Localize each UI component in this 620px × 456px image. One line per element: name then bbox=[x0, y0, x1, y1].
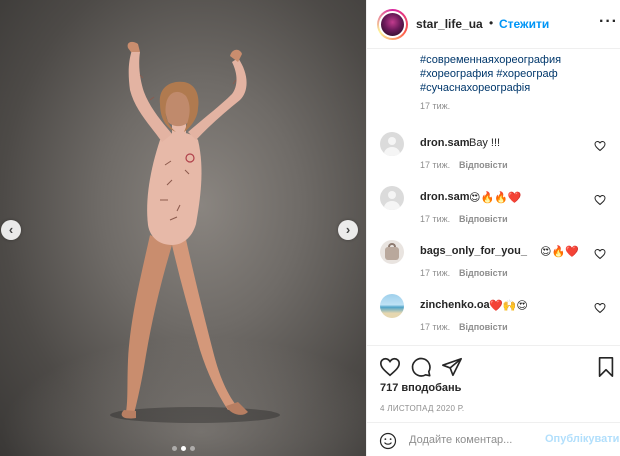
separator-dot: • bbox=[489, 16, 494, 30]
dancer-figure bbox=[110, 41, 280, 423]
post-comment-button[interactable]: Опублікувати bbox=[545, 433, 619, 445]
emoji-smile-icon[interactable] bbox=[379, 432, 397, 450]
next-slide-button[interactable]: › bbox=[338, 220, 358, 240]
like-comment-icon[interactable] bbox=[594, 302, 606, 314]
commenter-avatar[interactable] bbox=[380, 132, 404, 156]
add-comment-input[interactable] bbox=[409, 429, 539, 451]
like-comment-icon[interactable] bbox=[594, 140, 606, 152]
comment-item: dron.sam 😍🔥🔥❤️ 17 тиж. Відповісти bbox=[367, 186, 620, 236]
carousel-dot-active bbox=[180, 446, 186, 451]
commenter-avatar[interactable] bbox=[380, 186, 404, 210]
comment-time[interactable]: 17 тиж. bbox=[420, 214, 450, 224]
previous-slide-button[interactable]: ‹ bbox=[1, 220, 21, 240]
comment-time[interactable]: 17 тиж. bbox=[420, 268, 450, 278]
hashtag-link[interactable]: #современнаяхореография bbox=[420, 54, 561, 66]
hashtag-link[interactable]: #хореография #хореограф bbox=[420, 68, 558, 80]
avatar-image bbox=[379, 11, 406, 38]
comment-item: bags_only_for_you_ 😍🔥❤️ 17 тиж. Відповіс… bbox=[367, 240, 620, 290]
caption-timestamp[interactable]: 17 тиж. bbox=[420, 101, 450, 111]
comment-item: dron.sam Вау !!! 17 тиж. Відповісти bbox=[367, 132, 620, 182]
save-bookmark-icon[interactable] bbox=[595, 356, 617, 378]
carousel-dot bbox=[171, 446, 177, 451]
reply-button[interactable]: Відповісти bbox=[459, 322, 508, 332]
comment-item: zinchenko.oa ❤️🙌😍 17 тиж. Відповісти bbox=[367, 294, 620, 344]
comment-username[interactable]: bags_only_for_you_ bbox=[420, 245, 527, 257]
comment-text: 😍🔥❤️ bbox=[540, 246, 579, 258]
post-photo[interactable]: ‹ › bbox=[0, 0, 366, 456]
comment-text: ❤️🙌😍 bbox=[489, 300, 528, 312]
post-header: star_life_ua • Стежити ··· bbox=[367, 0, 620, 49]
commenter-avatar[interactable] bbox=[380, 240, 404, 264]
likes-count[interactable]: 717 вподобань bbox=[380, 382, 461, 394]
comment-username[interactable]: dron.sam bbox=[420, 137, 470, 149]
carousel-dot bbox=[189, 446, 195, 451]
comment-username[interactable]: dron.sam bbox=[420, 191, 470, 203]
share-paper-plane-icon[interactable] bbox=[441, 356, 463, 378]
post-actions: 717 вподобань 4 ЛИСТОПАД 2020 Р. Опублік… bbox=[367, 345, 620, 456]
comment-time[interactable]: 17 тиж. bbox=[420, 160, 450, 170]
comment-text: 😍🔥🔥❤️ bbox=[469, 192, 522, 204]
comment-time[interactable]: 17 тиж. bbox=[420, 322, 450, 332]
comments-list[interactable]: #современнаяхореография #хореография #хо… bbox=[367, 49, 620, 345]
more-options-icon[interactable]: ··· bbox=[599, 13, 618, 31]
comment-text: Вау !!! bbox=[469, 137, 501, 149]
comment-bubble-icon[interactable] bbox=[410, 356, 432, 378]
add-comment-bar: Опублікувати bbox=[367, 422, 620, 456]
like-comment-icon[interactable] bbox=[594, 194, 606, 206]
profile-username[interactable]: star_life_ua bbox=[416, 17, 483, 31]
carousel-indicator bbox=[0, 446, 366, 451]
post-date[interactable]: 4 ЛИСТОПАД 2020 Р. bbox=[380, 404, 464, 413]
reply-button[interactable]: Відповісти bbox=[459, 268, 508, 278]
like-comment-icon[interactable] bbox=[594, 248, 606, 260]
commenter-avatar[interactable] bbox=[380, 294, 404, 318]
follow-button[interactable]: Стежити bbox=[499, 17, 549, 31]
profile-avatar[interactable] bbox=[377, 9, 408, 40]
hashtag-link[interactable]: #сучаснахореографія bbox=[420, 82, 530, 94]
reply-button[interactable]: Відповісти bbox=[459, 214, 508, 224]
like-heart-icon[interactable] bbox=[379, 356, 401, 378]
reply-button[interactable]: Відповісти bbox=[459, 160, 508, 170]
post-side-panel: star_life_ua • Стежити ··· #современнаях… bbox=[366, 0, 620, 456]
comment-username[interactable]: zinchenko.oa bbox=[420, 299, 490, 311]
